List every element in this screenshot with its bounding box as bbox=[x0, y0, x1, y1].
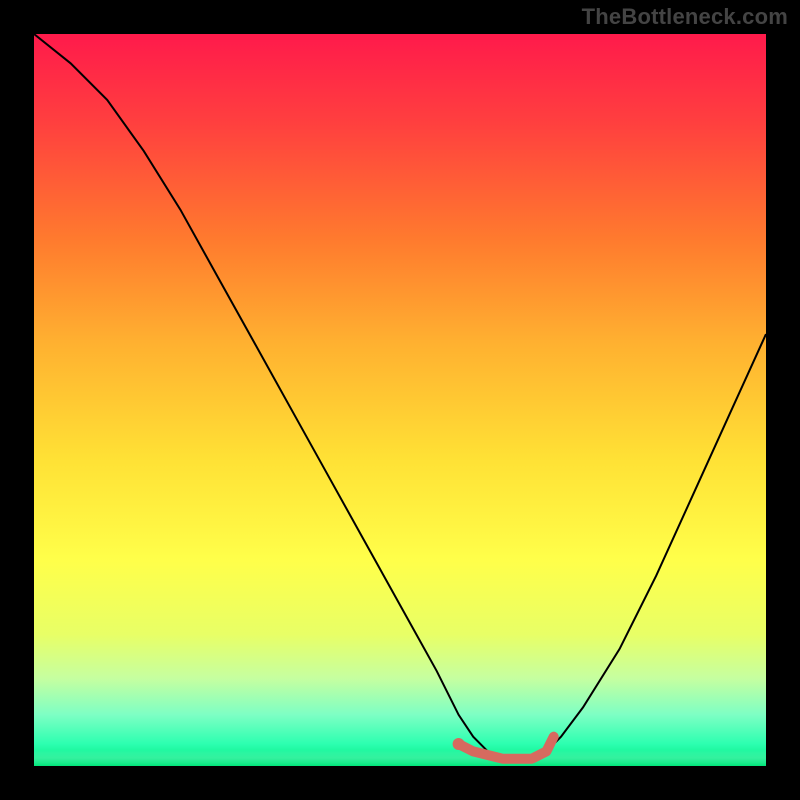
watermark-text: TheBottleneck.com bbox=[582, 4, 788, 30]
optimal-range-marker bbox=[459, 737, 554, 759]
bottleneck-curve bbox=[34, 34, 766, 759]
chart-overlay bbox=[34, 34, 766, 766]
chart-frame: TheBottleneck.com bbox=[0, 0, 800, 800]
optimal-point-dot bbox=[453, 738, 465, 750]
